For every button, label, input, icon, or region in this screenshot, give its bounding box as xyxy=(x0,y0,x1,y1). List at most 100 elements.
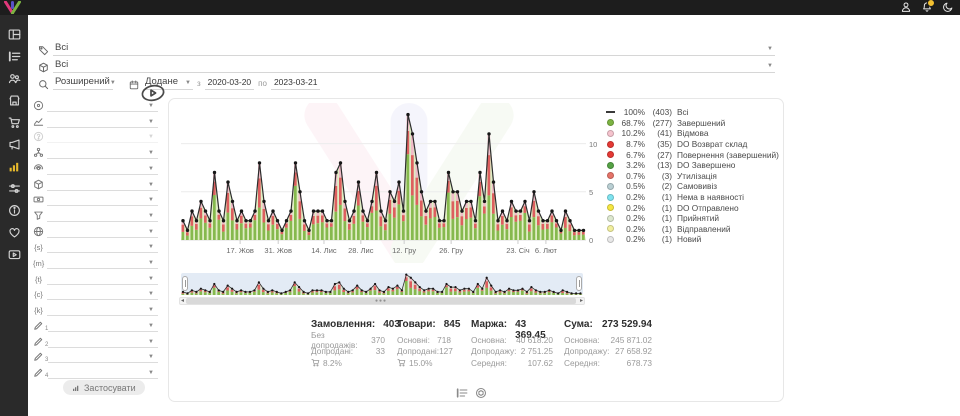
legend-dot-marker xyxy=(606,140,615,149)
user-icon[interactable] xyxy=(900,1,912,13)
legend-percent: 0.2% xyxy=(619,203,645,213)
legend-percent: 0.2% xyxy=(619,234,645,244)
sidebar-item-marketing[interactable] xyxy=(0,133,28,155)
chevron-down-icon: ▼ xyxy=(148,275,154,283)
pencil-icon xyxy=(33,367,44,378)
scroll-right-arrow[interactable]: ▸ xyxy=(580,297,583,305)
sidebar-item-customers[interactable] xyxy=(0,67,28,89)
sidebar-item-store[interactable] xyxy=(0,89,28,111)
sidebar-item-integrations[interactable] xyxy=(0,177,28,199)
legend-label: Всі xyxy=(677,107,689,117)
table-view-icon[interactable] xyxy=(456,387,468,399)
sidebar-item-video-tutorials[interactable] xyxy=(0,243,28,265)
legend-label: Нема в наявності xyxy=(677,192,744,202)
filter-select[interactable]: ▼ xyxy=(47,181,158,191)
filter-select[interactable]: ▼ xyxy=(48,322,158,332)
legend-percent: 6.7% xyxy=(619,150,645,160)
legend-count: (1) xyxy=(645,234,672,244)
filter-select[interactable]: ▼ xyxy=(47,228,158,238)
apply-filters-label: Застосувати xyxy=(84,383,136,393)
video-help-button[interactable] xyxy=(138,83,168,103)
minimap-left-handle[interactable] xyxy=(182,276,188,291)
filter-select[interactable]: ▼ xyxy=(47,290,158,300)
help-circle-icon xyxy=(33,131,44,142)
date-from-input[interactable]: 2020-03-20 xyxy=(205,77,254,90)
legend-percent: 0.5% xyxy=(619,181,645,191)
chevron-down-icon: ▼ xyxy=(148,259,154,267)
search-icon[interactable] xyxy=(38,79,49,90)
filter-select[interactable]: ▼ xyxy=(48,353,158,363)
scroll-left-arrow[interactable]: ◂ xyxy=(181,297,184,305)
chevron-down-icon: ▼ xyxy=(148,133,154,141)
legend-item[interactable]: 0.2%(1)DO Отправлено xyxy=(606,202,778,213)
grid-icon xyxy=(8,28,21,41)
legend-item[interactable]: 3.2%(13)DO Завершено xyxy=(606,160,778,171)
legend-item[interactable]: 0.2%(1)Прийнятий xyxy=(606,213,778,224)
legend-dot-marker xyxy=(606,161,615,170)
sphere-view-icon[interactable] xyxy=(475,387,487,399)
filter-select[interactable]: ▼ xyxy=(47,275,158,285)
filter-row-{s}: {s}▼ xyxy=(30,238,158,253)
chart-scrollbar[interactable]: ◂ ●●● ▸ xyxy=(179,297,585,305)
sidebar-item-dashboard[interactable] xyxy=(0,23,28,45)
filter-select[interactable]: ▼ xyxy=(47,165,158,175)
filter-select[interactable]: ▼ xyxy=(47,212,158,222)
legend-label: Відмова xyxy=(677,128,708,138)
scrollbar-thumb[interactable]: ●●● xyxy=(186,298,576,304)
chart-minimap[interactable] xyxy=(181,273,583,295)
date-from-label: з xyxy=(197,79,201,88)
legend-item[interactable]: 0.5%(2)Самовивіз xyxy=(606,181,778,192)
product-select[interactable]: Всі ▼ xyxy=(53,59,775,73)
filter-select[interactable]: ▼ xyxy=(47,118,158,128)
orders-timeseries-chart[interactable] xyxy=(181,105,586,247)
legend-count: (403) xyxy=(645,107,672,117)
stat-sub-label: Середня: xyxy=(471,358,507,368)
bell-icon[interactable] xyxy=(921,1,933,13)
filter-select[interactable]: ▼ xyxy=(47,102,158,112)
chevron-down-icon: ▼ xyxy=(148,196,154,204)
legend-item[interactable]: 0.2%(1)Відправлений xyxy=(606,224,778,235)
legend-count: (27) xyxy=(645,150,672,160)
legend-item[interactable]: 0.2%(1)Новий xyxy=(606,234,778,245)
legend-item[interactable]: 8.7%(35)DO Возврат склад xyxy=(606,139,778,150)
filter-select[interactable]: ▼ xyxy=(47,149,158,159)
stat-sub-value: 40 618.20 xyxy=(516,335,553,345)
cube-icon xyxy=(33,179,44,190)
legend-dot-marker xyxy=(606,129,615,138)
sidebar-item-info[interactable] xyxy=(0,199,28,221)
category-select[interactable]: Всі ▼ xyxy=(53,42,775,56)
stat-title: Товари: xyxy=(397,319,436,334)
chevron-down-icon: ▼ xyxy=(148,102,154,110)
moon-icon[interactable] xyxy=(942,1,954,13)
legend-item[interactable]: 100%(403)Всі xyxy=(606,107,778,118)
legend-label: Відправлений xyxy=(677,224,730,234)
apply-filters-button[interactable]: Застосувати xyxy=(63,380,145,395)
legend-count: (1) xyxy=(645,224,672,234)
legend-item[interactable]: 6.7%(27)Повернення (завершений) xyxy=(606,149,778,160)
filter-select[interactable]: ▼ xyxy=(47,243,158,253)
stat-column-замовлення: Замовлення:403Без допродажів:370Допродан… xyxy=(311,319,385,369)
legend-item[interactable]: 68.7%(277)Завершений xyxy=(606,118,778,129)
legend-item[interactable]: 0.7%(3)Утилізація xyxy=(606,171,778,182)
legend-item[interactable]: 0.2%(1)Нема в наявності xyxy=(606,192,778,203)
filter-select[interactable]: ▼ xyxy=(47,259,158,269)
store-icon xyxy=(8,94,21,107)
legend-percent: 0.2% xyxy=(619,213,645,223)
sidebar-item-loyalty[interactable] xyxy=(0,221,28,243)
legend-item[interactable]: 10.2%(41)Відмова xyxy=(606,128,778,139)
filter-select[interactable]: ▼ xyxy=(47,306,158,316)
filter-select[interactable]: ▼ xyxy=(48,338,158,348)
search-mode-select[interactable]: Розширений ▼ xyxy=(53,76,113,90)
filter-select[interactable]: ▼ xyxy=(47,196,158,206)
filter-select[interactable]: ▼ xyxy=(48,369,158,379)
braces-{t}-icon: {t} xyxy=(33,275,44,284)
filter-row-help-circle: ▼ xyxy=(30,128,158,143)
sidebar-item-orders[interactable] xyxy=(0,45,28,67)
app-logo-icon[interactable] xyxy=(4,1,21,14)
filter-row-fingerprint: ▼ xyxy=(30,160,158,175)
y-tick-label: 0 xyxy=(589,236,605,245)
sidebar-item-cart[interactable] xyxy=(0,111,28,133)
sidebar-item-analytics[interactable] xyxy=(0,155,28,177)
date-to-input[interactable]: 2023-03-21 xyxy=(271,77,320,90)
minimap-right-handle[interactable] xyxy=(576,276,582,291)
